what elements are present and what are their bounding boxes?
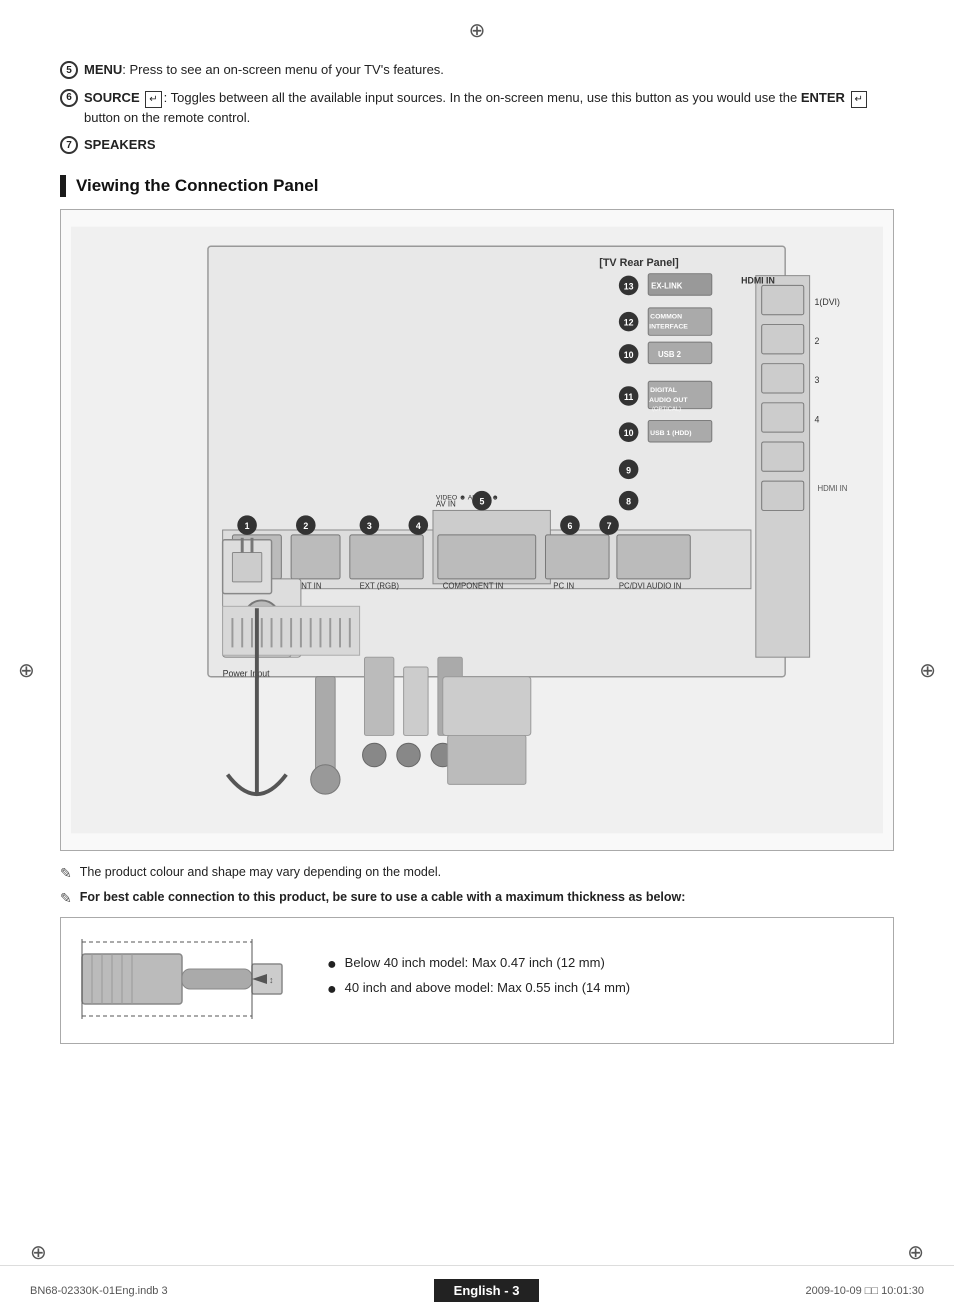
- footer-lang-badge: English - 3: [434, 1279, 540, 1302]
- svg-text:[TV Rear Panel]: [TV Rear Panel]: [599, 256, 678, 268]
- cable-spec-text-1: Below 40 inch model: Max 0.47 inch (12 m…: [345, 955, 605, 970]
- svg-text:4: 4: [815, 414, 820, 424]
- page-content: 5 MENU: Press to see an on-screen menu o…: [0, 0, 954, 1084]
- svg-text:10: 10: [624, 349, 634, 359]
- svg-text:COMMON: COMMON: [650, 313, 682, 320]
- svg-text:4: 4: [416, 521, 421, 531]
- note-item-1: ✎ The product colour and shape may vary …: [60, 865, 894, 882]
- bullet-num-7: 7: [60, 136, 78, 154]
- menu-label: MENU: [84, 62, 122, 77]
- note-text-2: For best cable connection to this produc…: [80, 890, 686, 904]
- cable-image-area: ↕: [77, 934, 297, 1027]
- bullet-text-6: SOURCE ↵: Toggles between all the availa…: [84, 88, 894, 128]
- svg-text:12: 12: [624, 317, 634, 327]
- footer-lang-text: English: [454, 1283, 501, 1298]
- svg-text:6: 6: [567, 521, 572, 531]
- footer-right: 2009-10-09 □□ 10:01:30: [805, 1285, 924, 1297]
- svg-text:DIGITAL: DIGITAL: [650, 387, 677, 394]
- bullet-item-6: 6 SOURCE ↵: Toggles between all the avai…: [60, 88, 894, 128]
- bullet-item-7: 7 SPEAKERS: [60, 135, 894, 155]
- svg-text:10: 10: [624, 428, 634, 438]
- cable-spec-text-2: 40 inch and above model: Max 0.55 inch (…: [345, 980, 630, 995]
- svg-text:(OPTICAL): (OPTICAL): [652, 406, 681, 412]
- svg-text:USB 1 (HDD): USB 1 (HDD): [650, 430, 691, 437]
- crosshair-bottom-right-icon: ⊕: [907, 1240, 924, 1265]
- svg-text:1(DVI): 1(DVI): [815, 296, 840, 306]
- note-text-1: The product colour and shape may vary de…: [80, 865, 441, 879]
- svg-text:PC/DVI AUDIO IN: PC/DVI AUDIO IN: [619, 581, 682, 590]
- svg-text:2: 2: [815, 336, 820, 346]
- svg-text:USB 2: USB 2: [658, 349, 682, 358]
- svg-text:11: 11: [624, 391, 633, 401]
- speakers-label: SPEAKERS: [84, 137, 156, 152]
- bullet-num-6: 6: [60, 89, 78, 107]
- svg-text:5: 5: [479, 496, 484, 506]
- source-icon-inline: ↵: [145, 91, 161, 108]
- svg-text:7: 7: [607, 521, 612, 531]
- cable-specs-list: ● Below 40 inch model: Max 0.47 inch (12…: [327, 955, 877, 1005]
- svg-text:EX-LINK: EX-LINK: [651, 281, 683, 290]
- cable-svg: ↕: [77, 934, 287, 1024]
- enter-icon-inline: ↵: [851, 91, 867, 108]
- crosshair-left-icon: ⊕: [18, 658, 35, 683]
- crosshair-right-icon: ⊕: [919, 658, 936, 683]
- page-footer: BN68-02330K-01Eng.indb 3 English - 3 200…: [0, 1265, 954, 1315]
- svg-text:3: 3: [367, 521, 372, 531]
- bullet-num-5: 5: [60, 61, 78, 79]
- note-text-2-bold: For best cable connection to this produc…: [80, 890, 686, 904]
- footer-page-text: - 3: [504, 1283, 519, 1298]
- svg-text:AUDIO OUT: AUDIO OUT: [649, 396, 688, 403]
- cable-spec-item-1: ● Below 40 inch model: Max 0.47 inch (12…: [327, 955, 877, 974]
- source-label: SOURCE: [84, 90, 140, 105]
- bullet-item-5: 5 MENU: Press to see an on-screen menu o…: [60, 60, 894, 80]
- note-item-2: ✎ For best cable connection to this prod…: [60, 890, 894, 907]
- tv-connection-diagram: [TV Rear Panel] 1(DVI) 2 3 4 HDMI IN EX-…: [60, 209, 894, 851]
- bullet-text-5: MENU: Press to see an on-screen menu of …: [84, 60, 894, 80]
- bullet-text-7: SPEAKERS: [84, 135, 894, 155]
- svg-text:2: 2: [303, 521, 308, 531]
- svg-text:PC IN: PC IN: [553, 581, 574, 590]
- svg-text:HDMI IN: HDMI IN: [817, 483, 847, 492]
- svg-text:8: 8: [626, 496, 631, 506]
- note-icon-1: ✎: [60, 865, 72, 882]
- enter-label: ENTER: [801, 90, 845, 105]
- svg-text:3: 3: [815, 375, 820, 385]
- bullet-dot-1: ●: [327, 955, 337, 974]
- svg-text:1: 1: [245, 521, 250, 531]
- bullet-dot-2: ●: [327, 980, 337, 999]
- crosshair-bottom-left-icon: ⊕: [30, 1240, 47, 1265]
- svg-text:INTERFACE: INTERFACE: [649, 323, 688, 330]
- tv-diagram-svg: [TV Rear Panel] 1(DVI) 2 3 4 HDMI IN EX-…: [71, 220, 883, 840]
- cable-spec-item-2: ● 40 inch and above model: Max 0.55 inch…: [327, 980, 877, 999]
- footer-center-wrap: English - 3: [434, 1279, 540, 1302]
- crosshair-top-icon: ⊕: [469, 18, 486, 43]
- svg-text:EXT (RGB): EXT (RGB): [360, 581, 400, 590]
- svg-text:Power Input: Power Input: [223, 668, 270, 678]
- note-icon-2: ✎: [60, 890, 72, 907]
- svg-text:9: 9: [626, 465, 631, 475]
- svg-text:↕: ↕: [269, 975, 274, 985]
- svg-text:COMPONENT IN: COMPONENT IN: [443, 581, 504, 590]
- svg-text:13: 13: [624, 281, 634, 291]
- footer-left: BN68-02330K-01Eng.indb 3: [30, 1285, 168, 1297]
- section-bar: [60, 175, 66, 197]
- section-heading: Viewing the Connection Panel: [60, 175, 894, 197]
- svg-text:HDMI IN: HDMI IN: [741, 275, 775, 285]
- section-title: Viewing the Connection Panel: [76, 176, 318, 196]
- cable-thickness-box: ↕ ● Below 40 inch model: Max 0.47 inch (…: [60, 917, 894, 1044]
